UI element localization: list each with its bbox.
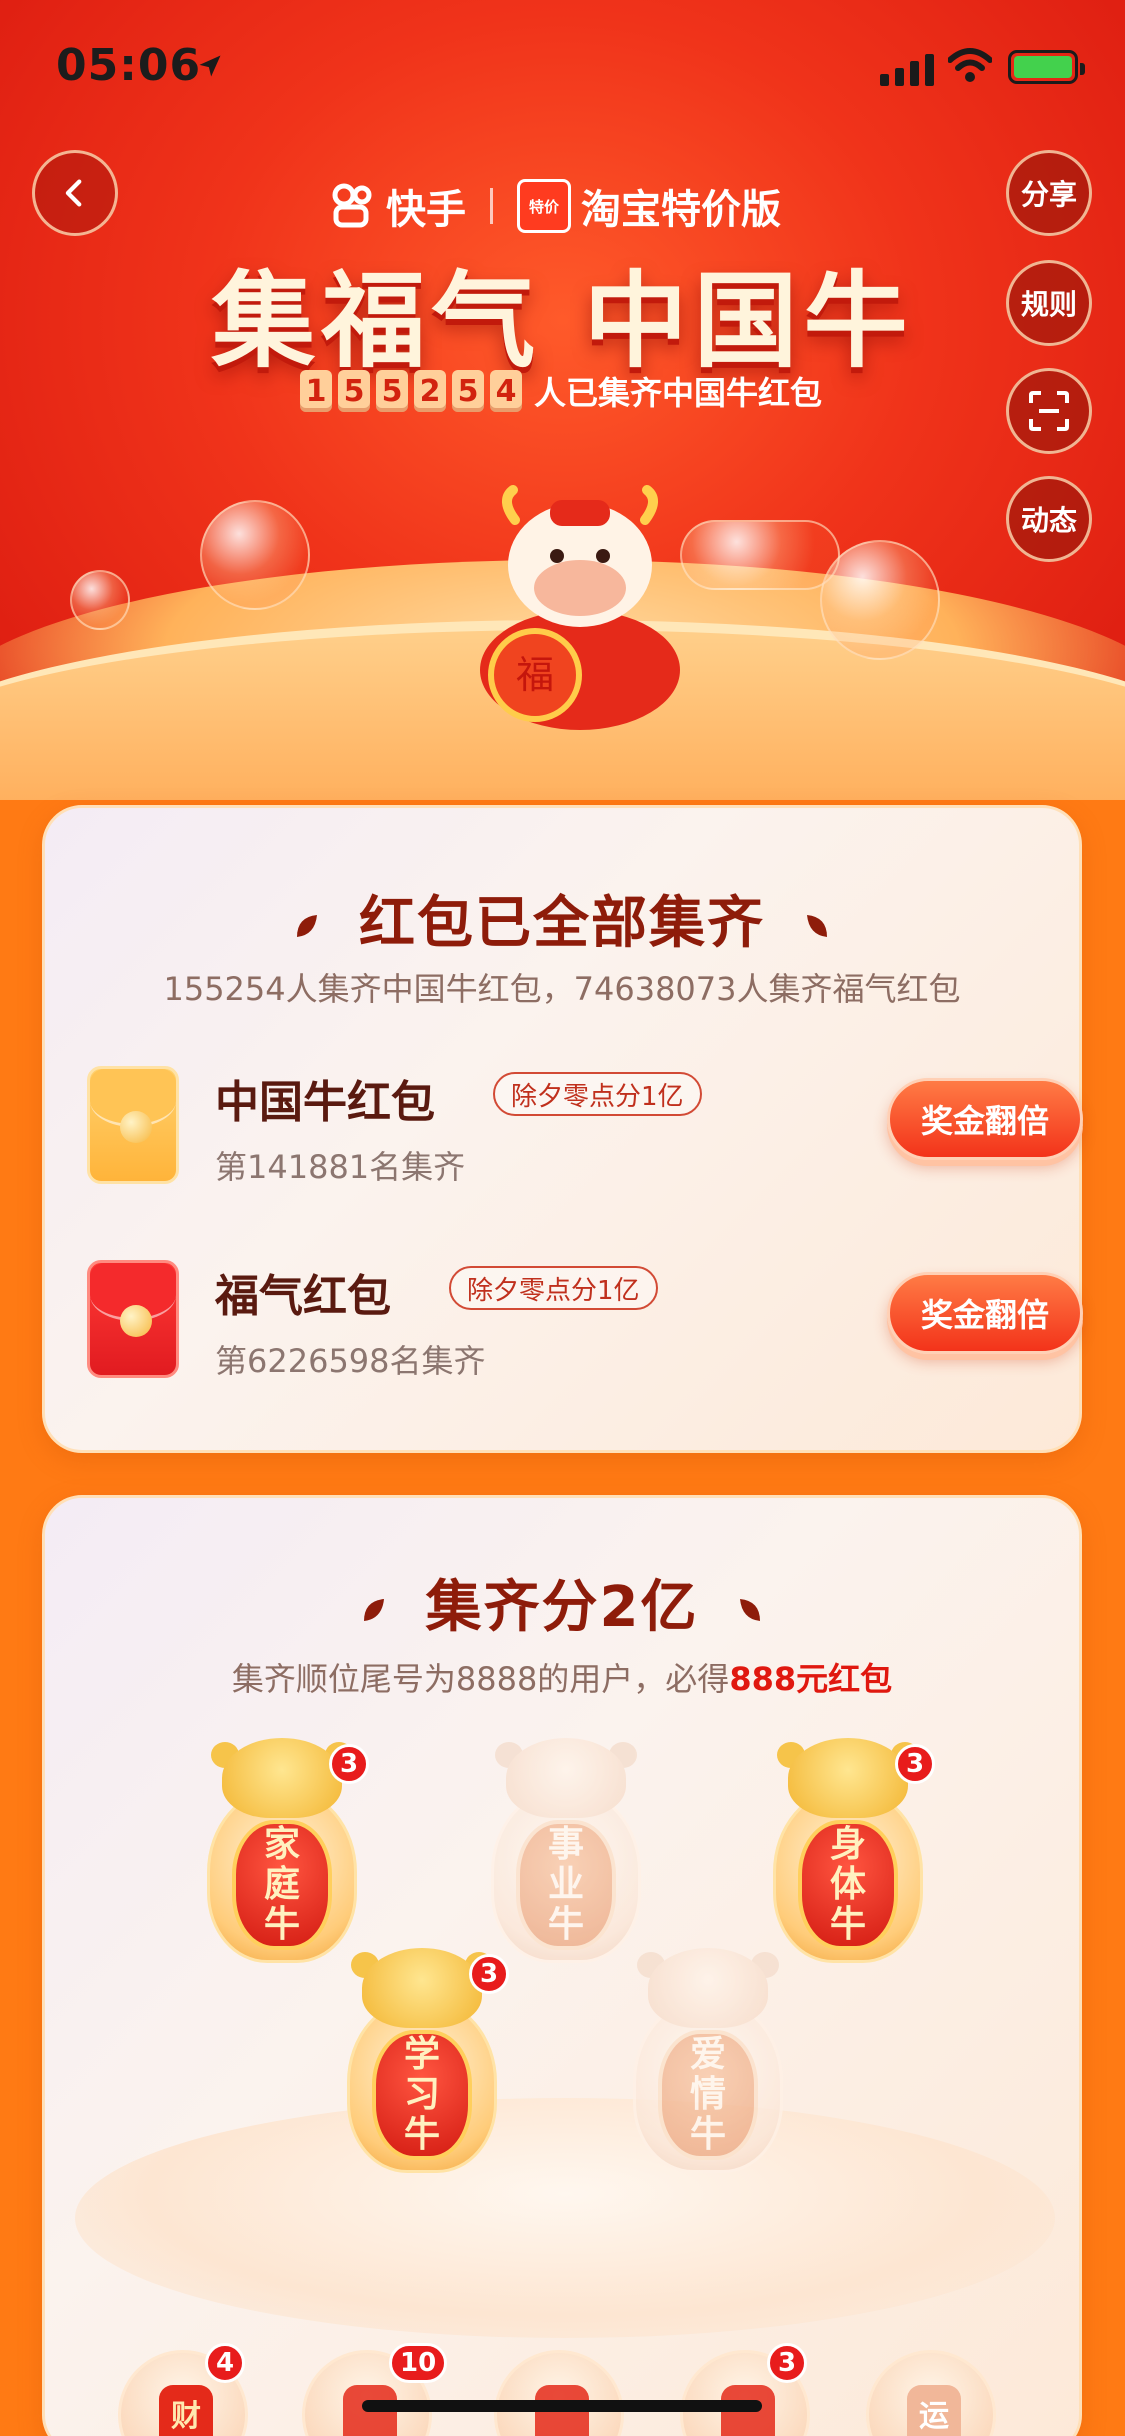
rules-button[interactable]: 规则: [1006, 260, 1092, 346]
leaf-ornament-icon: [807, 914, 827, 937]
ox-card-label: 事业牛: [516, 1820, 616, 1950]
envelope-name: 福气红包: [215, 1271, 391, 1322]
card1-title-wrap: 红包已全部集齐: [45, 878, 1079, 959]
card-count-badge: 10: [389, 2343, 448, 2383]
ox-card-family[interactable]: 家庭牛 3: [197, 1738, 370, 1968]
home-indicator[interactable]: [362, 2400, 762, 2412]
ox-mascot-illustration: 福: [480, 485, 680, 730]
card2-title: 集齐分2亿: [425, 1575, 699, 1640]
card-count-badge: 3: [767, 2343, 808, 2383]
fortune-card[interactable]: [494, 2350, 624, 2436]
counter-digit: 5: [376, 370, 408, 412]
envelope-name: 中国牛红包: [215, 1077, 435, 1128]
bubble-decoration: [70, 570, 130, 630]
ox-card-label: 身体牛: [798, 1820, 898, 1950]
scan-icon: [1029, 391, 1069, 431]
double-bonus-button[interactable]: 奖金翻倍: [887, 1272, 1083, 1354]
counter-digit: 5: [452, 370, 484, 412]
leaf-ornament-icon: [740, 1598, 761, 1621]
fortune-card[interactable]: 运: [866, 2350, 996, 2436]
gold-envelope-icon: [87, 1066, 179, 1184]
fortune-card-label: 财: [159, 2385, 213, 2436]
collection-rank: 第6226598名集齐: [215, 1342, 486, 1380]
collected-envelopes-card: 红包已全部集齐 155254人集齐中国牛红包，74638073人集齐福气红包 中…: [42, 805, 1083, 1453]
collected-counter: 1 5 5 2 5 4 人已集齐中国牛红包: [300, 368, 822, 414]
brand-taobao-label: 淘宝特价版: [581, 187, 781, 233]
bubble-decoration: [200, 500, 310, 610]
double-bonus-button[interactable]: 奖金翻倍: [887, 1078, 1083, 1160]
ox-card-health[interactable]: 身体牛 3: [763, 1738, 936, 1968]
kuaishou-logo-icon: [332, 183, 372, 228]
fortune-card-row: 财 4 10 3 运: [0, 2343, 1125, 2436]
brand-divider: [490, 188, 493, 224]
ox-card-label: 学习牛: [372, 2030, 472, 2160]
counter-label: 人已集齐中国牛红包: [534, 374, 823, 412]
fortune-card[interactable]: 10: [302, 2343, 448, 2436]
envelope-row-china-ox: 中国牛红包 除夕零点分1亿 第141881名集齐 奖金翻倍: [87, 1066, 1083, 1196]
ox-card-love[interactable]: 爱情牛: [623, 1948, 793, 2178]
brand-header: 快手 特价 淘宝特价版: [330, 176, 781, 236]
envelope-row-fortune: 福气红包 除夕零点分1亿 第6226598名集齐 奖金翻倍: [87, 1260, 1083, 1390]
card1-subtitle: 155254人集齐中国牛红包，74638073人集齐福气红包: [163, 970, 961, 1008]
counter-digit: 4: [490, 370, 522, 412]
location-arrow-icon: [199, 55, 221, 77]
svg-text:福: 福: [516, 653, 554, 697]
fortune-card[interactable]: 财 4: [118, 2343, 248, 2436]
counter-digit: 2: [414, 370, 446, 412]
card1-title: 红包已全部集齐: [359, 891, 765, 956]
card-count-badge: 3: [895, 1744, 936, 1784]
card-count-badge: 4: [205, 2343, 246, 2383]
card-count-badge: 3: [469, 1954, 510, 1994]
prize-tag: 除夕零点分1亿: [449, 1266, 658, 1310]
counter-digit: 5: [338, 370, 370, 412]
page-title: 集福气 中国牛: [211, 260, 914, 382]
collection-rank: 第141881名集齐: [215, 1148, 466, 1186]
fortune-card-label: 运: [907, 2385, 961, 2436]
cellular-signal-icon: [880, 52, 934, 86]
share-button[interactable]: 分享: [1006, 150, 1092, 236]
ox-card-label: 爱情牛: [658, 2030, 758, 2160]
card2-title-wrap: 集齐分2亿: [45, 1562, 1079, 1643]
battery-icon: [1008, 50, 1085, 84]
wifi-icon: [948, 48, 992, 82]
prize-tag: 除夕零点分1亿: [493, 1072, 702, 1116]
ox-card-label: 家庭牛: [232, 1820, 332, 1950]
card2-subtitle: 集齐顺位尾号为8888的用户，必得888元红包: [45, 1654, 1079, 1700]
red-envelope-icon: [87, 1260, 179, 1378]
leaf-ornament-icon: [297, 914, 317, 937]
counter-digit: 1: [300, 370, 332, 412]
status-bar: 05:06: [0, 0, 1125, 140]
back-button[interactable]: [32, 150, 118, 236]
scan-button[interactable]: [1006, 368, 1092, 454]
fortune-card[interactable]: 3: [680, 2343, 810, 2436]
taobao-logo-icon: 特价: [517, 179, 571, 233]
collect-to-share-card: 集齐分2亿 集齐顺位尾号为8888的用户，必得888元红包 家庭牛 3 事业牛 …: [42, 1495, 1082, 2436]
display-stage: [75, 2098, 1055, 2338]
chevron-left-icon: [65, 179, 82, 207]
leaf-ornament-icon: [363, 1598, 384, 1621]
ox-card-study[interactable]: 学习牛 3: [337, 1948, 510, 2178]
ox-card-career[interactable]: 事业牛: [481, 1738, 651, 1968]
dynamic-button[interactable]: 动态: [1006, 476, 1092, 562]
hero-banner: 福 05:06 快手 特价 淘宝特价版 集福气 中国牛 1 5 5 2 5 4 …: [0, 0, 1125, 800]
brand-kuaishou-label: 快手: [386, 187, 466, 233]
card2-subtitle-highlight: 888元红包: [729, 1660, 893, 1698]
status-time: 05:06: [56, 40, 202, 91]
card-count-badge: 3: [329, 1744, 370, 1784]
card2-subtitle-text: 集齐顺位尾号为8888的用户，必得: [231, 1660, 730, 1698]
